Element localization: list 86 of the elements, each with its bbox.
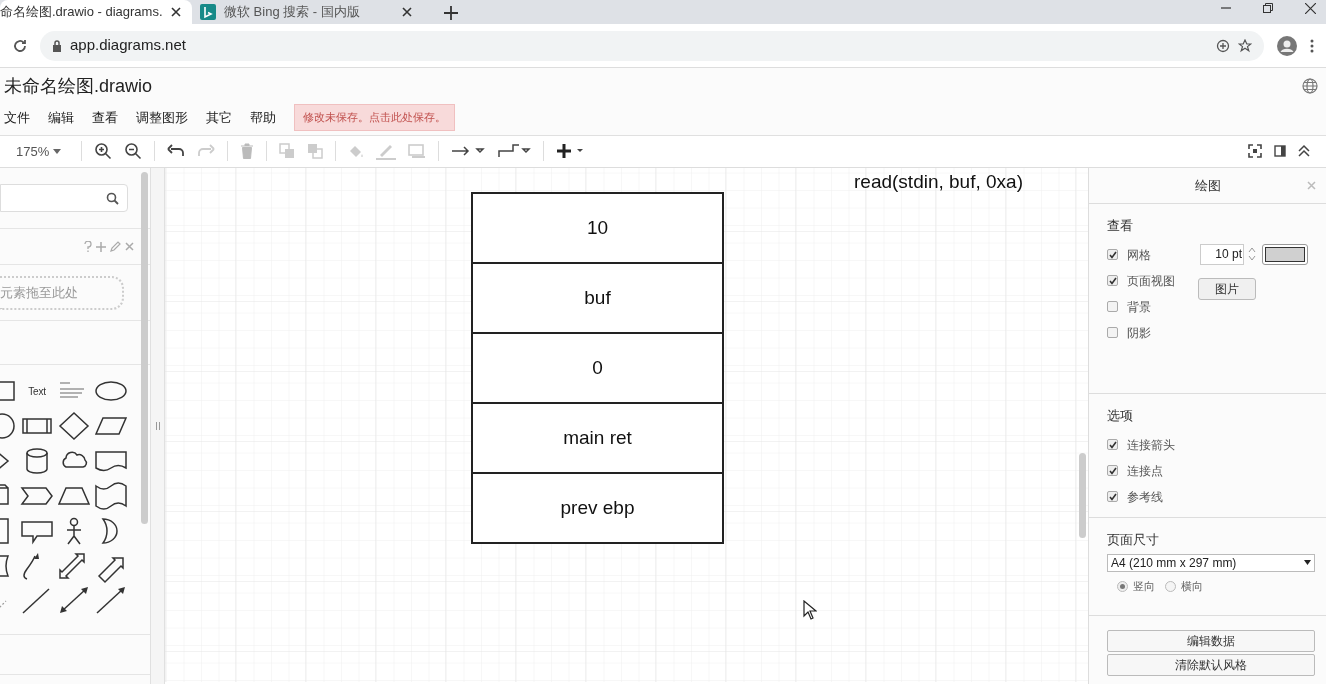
- checkbox[interactable]: [1107, 491, 1118, 502]
- section-title: 页面尺寸: [1107, 531, 1160, 549]
- checkbox-label: 页面视图: [1127, 272, 1175, 290]
- connection-arrow-icon[interactable]: [451, 145, 486, 158]
- search-field[interactable]: [0, 184, 128, 212]
- checkbox[interactable]: [1107, 439, 1118, 450]
- text-shape[interactable]: Text: [28, 383, 46, 399]
- radio-label: 横向: [1181, 579, 1203, 595]
- section-title: 查看: [1107, 217, 1134, 235]
- zoom-out-icon[interactable]: [124, 142, 143, 161]
- stack-cell[interactable]: 0: [471, 332, 724, 404]
- panel-title: 绘图: [1194, 176, 1221, 195]
- more-icon[interactable]: [1310, 38, 1314, 53]
- zoom-in-icon[interactable]: [94, 142, 113, 161]
- unsaved-notice[interactable]: 修改未保存。点击此处保存。: [294, 104, 455, 131]
- fullscreen-icon[interactable]: [1248, 144, 1262, 159]
- star-icon[interactable]: [1238, 38, 1252, 53]
- menu-item[interactable]: 调整图形: [136, 107, 188, 128]
- line-color-icon[interactable]: [376, 142, 397, 161]
- document-title[interactable]: 未命名绘图.drawio: [4, 72, 1302, 100]
- checkbox[interactable]: [1107, 327, 1118, 338]
- stack-cell[interactable]: 10: [471, 192, 724, 264]
- zoom-dropdown[interactable]: 175%: [16, 141, 70, 162]
- diamond-shape-icon[interactable]: [58, 412, 90, 440]
- menu-item[interactable]: 其它: [206, 107, 232, 128]
- close-icon[interactable]: [1305, 2, 1316, 14]
- browser-tab[interactable]: 微软 Bing 搜索 - 国内版: [192, 0, 432, 24]
- panel-button[interactable]: 清除默认风格: [1107, 654, 1315, 676]
- close-icon[interactable]: [402, 7, 412, 17]
- checkbox-label: 连接箭头: [1127, 436, 1175, 454]
- drop-hint: 元素拖至此处: [0, 283, 78, 302]
- section-title: 选项: [1107, 407, 1134, 425]
- checkbox-label: 阴影: [1127, 324, 1151, 342]
- checkbox-label: 背景: [1127, 298, 1151, 316]
- checkbox[interactable]: [1107, 465, 1118, 476]
- menu-item[interactable]: 编辑: [48, 107, 74, 128]
- checkbox[interactable]: [1107, 249, 1118, 260]
- checkbox-label: 参考线: [1127, 488, 1163, 506]
- radio-button[interactable]: [1117, 581, 1128, 592]
- site-icon: [200, 4, 216, 20]
- bidirectional-arrow-icon[interactable]: [58, 587, 90, 615]
- menu-item[interactable]: 查看: [92, 107, 118, 128]
- tab-title: 微软 Bing 搜索 - 国内版: [224, 3, 361, 22]
- diagram-text: read(stdin, buf, 0xa): [854, 170, 1023, 194]
- checkbox[interactable]: [1107, 275, 1118, 286]
- tape-shape-icon[interactable]: [95, 482, 127, 510]
- arrow-line-icon[interactable]: [95, 587, 127, 615]
- grid-size-field[interactable]: 10 pt: [1200, 243, 1244, 265]
- checkbox-label: 连接点: [1127, 462, 1163, 480]
- waypoint-icon[interactable]: [497, 143, 532, 160]
- undo-icon[interactable]: [167, 144, 186, 159]
- lock-icon: [52, 39, 62, 52]
- fill-color-icon[interactable]: [348, 143, 365, 160]
- resize-handle[interactable]: [155, 422, 160, 430]
- stack-cell[interactable]: buf: [471, 262, 724, 334]
- stack-cell[interactable]: main ret: [471, 402, 724, 474]
- restore-icon[interactable]: [1263, 3, 1273, 13]
- radio-label: 竖向: [1133, 579, 1155, 595]
- stack-cell[interactable]: prev ebp: [471, 472, 724, 544]
- checkbox-label: 网格: [1127, 246, 1151, 264]
- close-icon[interactable]: [170, 7, 181, 17]
- sidebar-scrollbar[interactable]: [141, 172, 148, 524]
- caret-icon: [53, 148, 62, 154]
- menu-item[interactable]: 文件: [4, 107, 30, 128]
- grid-color-swatch[interactable]: [1262, 243, 1308, 265]
- url-text: app.diagrams.net: [70, 35, 186, 56]
- image-button[interactable]: 图片: [1198, 277, 1256, 300]
- radio-button[interactable]: [1165, 581, 1176, 592]
- menu-item[interactable]: 帮助: [250, 107, 276, 128]
- new-tab-icon[interactable]: [444, 6, 458, 20]
- address-bar[interactable]: app.diagrams.net: [40, 30, 1264, 61]
- checkbox[interactable]: [1107, 301, 1118, 312]
- zoom-icon[interactable]: [1216, 38, 1230, 53]
- caret-icon: [1304, 560, 1311, 565]
- format-panel-icon[interactable]: [1274, 145, 1286, 158]
- reload-icon[interactable]: [12, 37, 28, 54]
- collapse-icon[interactable]: [1298, 144, 1310, 159]
- browser-tab[interactable]: 命名绘图.drawio - diagrams.: [0, 0, 192, 24]
- panel-button[interactable]: 编辑数据: [1107, 630, 1315, 652]
- profile-avatar-icon[interactable]: [1276, 34, 1298, 57]
- mouse-cursor-icon: [803, 600, 817, 620]
- tab-title: 命名绘图.drawio - diagrams.: [0, 3, 163, 22]
- canvas-scrollbar[interactable]: [1079, 453, 1086, 538]
- search-icon: [106, 191, 119, 205]
- globe-icon[interactable]: [1302, 78, 1318, 95]
- page-size-dropdown[interactable]: A4 (210 mm x 297 mm): [1107, 553, 1315, 572]
